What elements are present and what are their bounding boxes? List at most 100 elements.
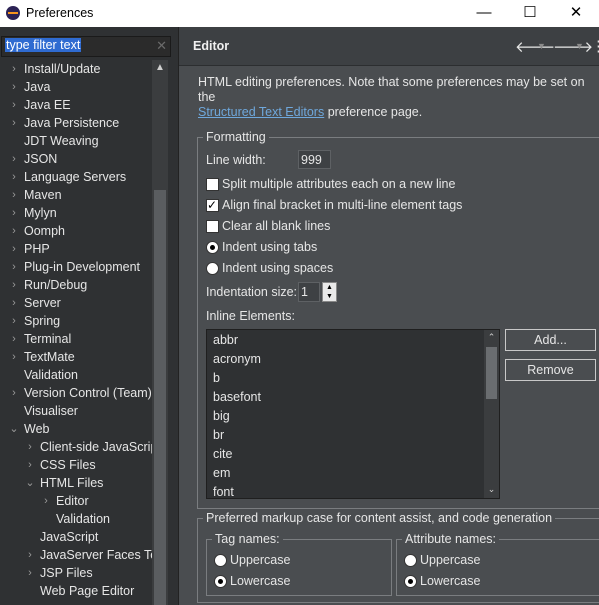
- filter-input[interactable]: type filter text ✕: [1, 36, 171, 57]
- tree-item[interactable]: Validation: [0, 366, 152, 384]
- inline-elements-scrollbar[interactable]: ⌃ ⌄: [484, 330, 499, 498]
- tree-item[interactable]: ⌄ Web: [0, 420, 152, 438]
- add-button[interactable]: Add...: [505, 329, 596, 351]
- remove-button[interactable]: Remove: [505, 359, 596, 381]
- back-arrow-icon[interactable]: 🡐: [515, 37, 555, 56]
- tree-item[interactable]: › Version Control (Team): [0, 384, 152, 402]
- tree-item[interactable]: › Java Persistence: [0, 114, 152, 132]
- list-item[interactable]: basefont: [213, 388, 261, 407]
- menu-icon[interactable]: ⋮: [591, 37, 599, 55]
- attr-lowercase-radio[interactable]: [404, 575, 417, 588]
- expand-arrow-icon[interactable]: ›: [8, 96, 20, 114]
- expand-arrow-icon[interactable]: ›: [8, 294, 20, 312]
- spin-up-icon[interactable]: ▲: [323, 283, 336, 292]
- line-width-input[interactable]: 999: [298, 150, 331, 169]
- expand-arrow-icon[interactable]: ›: [8, 114, 20, 132]
- back-dropdown-icon[interactable]: ▼: [537, 41, 546, 51]
- expand-arrow-icon[interactable]: ›: [8, 384, 20, 402]
- list-item[interactable]: br: [213, 426, 224, 445]
- indent-spaces-radio[interactable]: [206, 262, 219, 275]
- list-item[interactable]: abbr: [213, 331, 238, 350]
- tree-item[interactable]: Validation: [0, 510, 152, 528]
- tree-item[interactable]: › Maven: [0, 186, 152, 204]
- attr-uppercase-radio[interactable]: [404, 554, 417, 567]
- expand-arrow-icon[interactable]: ›: [24, 546, 36, 564]
- tree-item[interactable]: › Client-side JavaScript: [0, 438, 152, 456]
- expand-arrow-icon[interactable]: ›: [24, 456, 36, 474]
- list-item[interactable]: cite: [213, 445, 232, 464]
- expand-arrow-icon[interactable]: ›: [8, 60, 20, 78]
- close-button[interactable]: ✕: [553, 0, 599, 27]
- expand-arrow-icon[interactable]: ›: [8, 258, 20, 276]
- tree-scrollbar-thumb[interactable]: [154, 190, 166, 605]
- tree-item[interactable]: › JSP Files: [0, 564, 152, 582]
- clear-filter-icon[interactable]: ✕: [156, 38, 167, 54]
- tag-uppercase-label: Uppercase: [230, 553, 291, 567]
- list-item[interactable]: b: [213, 369, 220, 388]
- tree-scrollbar[interactable]: ▲: [152, 60, 168, 605]
- tree-item[interactable]: › Oomph: [0, 222, 152, 240]
- inline-elements-list[interactable]: abbr acronym b basefont big br cite em font ⌃ ⌄: [206, 329, 500, 499]
- split-attributes-checkbox[interactable]: [206, 178, 219, 191]
- tree-item[interactable]: › Java EE: [0, 96, 152, 114]
- tree-item[interactable]: › PHP: [0, 240, 152, 258]
- expand-arrow-icon[interactable]: ›: [8, 312, 20, 330]
- tree-item[interactable]: › Spring: [0, 312, 152, 330]
- tree-item[interactable]: Web Page Editor: [0, 582, 152, 600]
- indent-tabs-radio[interactable]: [206, 241, 219, 254]
- list-scroll-up-icon[interactable]: ⌃: [484, 332, 499, 343]
- expand-arrow-icon[interactable]: ›: [8, 78, 20, 96]
- align-bracket-checkbox[interactable]: [206, 196, 219, 214]
- clear-blank-checkbox[interactable]: [206, 220, 219, 233]
- list-item[interactable]: acronym: [213, 350, 261, 369]
- expand-arrow-icon[interactable]: ›: [24, 564, 36, 582]
- list-item[interactable]: font: [213, 483, 234, 498]
- expand-arrow-icon[interactable]: ›: [8, 222, 20, 240]
- tree-item[interactable]: › Terminal: [0, 330, 152, 348]
- tree-item[interactable]: › Mylyn: [0, 204, 152, 222]
- list-scrollbar-thumb[interactable]: [486, 347, 497, 399]
- expand-arrow-icon[interactable]: ›: [8, 330, 20, 348]
- tree-item[interactable]: › JSON: [0, 150, 152, 168]
- expand-arrow-icon[interactable]: ›: [8, 348, 20, 366]
- tree-item[interactable]: › Run/Debug: [0, 276, 152, 294]
- tree-item[interactable]: › Editor: [0, 492, 152, 510]
- expand-arrow-icon[interactable]: ›: [8, 186, 20, 204]
- tag-uppercase-radio[interactable]: [214, 554, 227, 567]
- indentation-size-label: Indentation size:: [206, 285, 298, 299]
- scroll-up-icon[interactable]: ▲: [152, 60, 168, 76]
- forward-dropdown-icon[interactable]: ▼: [575, 41, 584, 51]
- tree-item[interactable]: ⌄ HTML Files: [0, 474, 152, 492]
- tree-item[interactable]: JDT Weaving: [0, 132, 152, 150]
- collapse-arrow-icon[interactable]: ⌄: [8, 420, 20, 438]
- tree-item[interactable]: › JavaServer Faces Tools: [0, 546, 152, 564]
- expand-arrow-icon[interactable]: ›: [8, 168, 20, 186]
- indentation-size-input[interactable]: 1: [298, 282, 320, 302]
- maximize-button[interactable]: ☐: [507, 0, 553, 27]
- tree-item[interactable]: JavaScript: [0, 528, 152, 546]
- structured-text-editors-link[interactable]: Structured Text Editors: [198, 105, 324, 119]
- tree-item[interactable]: › Java: [0, 78, 152, 96]
- list-item[interactable]: em: [213, 464, 230, 483]
- expand-arrow-icon[interactable]: ›: [8, 240, 20, 258]
- list-item[interactable]: big: [213, 407, 230, 426]
- forward-arrow-icon[interactable]: 🡒: [553, 37, 593, 56]
- tree-item[interactable]: › TextMate: [0, 348, 152, 366]
- indentation-size-spinner[interactable]: ▲ ▼: [322, 282, 337, 302]
- tree-item[interactable]: Visualiser: [0, 402, 152, 420]
- tree-item[interactable]: › Server: [0, 294, 152, 312]
- expand-arrow-icon[interactable]: ›: [40, 492, 52, 510]
- collapse-arrow-icon[interactable]: ⌄: [24, 474, 36, 492]
- tree-item[interactable]: › CSS Files: [0, 456, 152, 474]
- tree-item[interactable]: › Install/Update: [0, 60, 152, 78]
- minimize-button[interactable]: —: [461, 0, 507, 27]
- tree-item[interactable]: › Language Servers: [0, 168, 152, 186]
- expand-arrow-icon[interactable]: ›: [8, 204, 20, 222]
- tag-lowercase-radio[interactable]: [214, 575, 227, 588]
- tree-item[interactable]: › Plug-in Development: [0, 258, 152, 276]
- spin-down-icon[interactable]: ▼: [323, 292, 336, 301]
- expand-arrow-icon[interactable]: ›: [8, 276, 20, 294]
- expand-arrow-icon[interactable]: ›: [24, 438, 36, 456]
- list-scroll-down-icon[interactable]: ⌄: [484, 484, 499, 495]
- expand-arrow-icon[interactable]: ›: [8, 150, 20, 168]
